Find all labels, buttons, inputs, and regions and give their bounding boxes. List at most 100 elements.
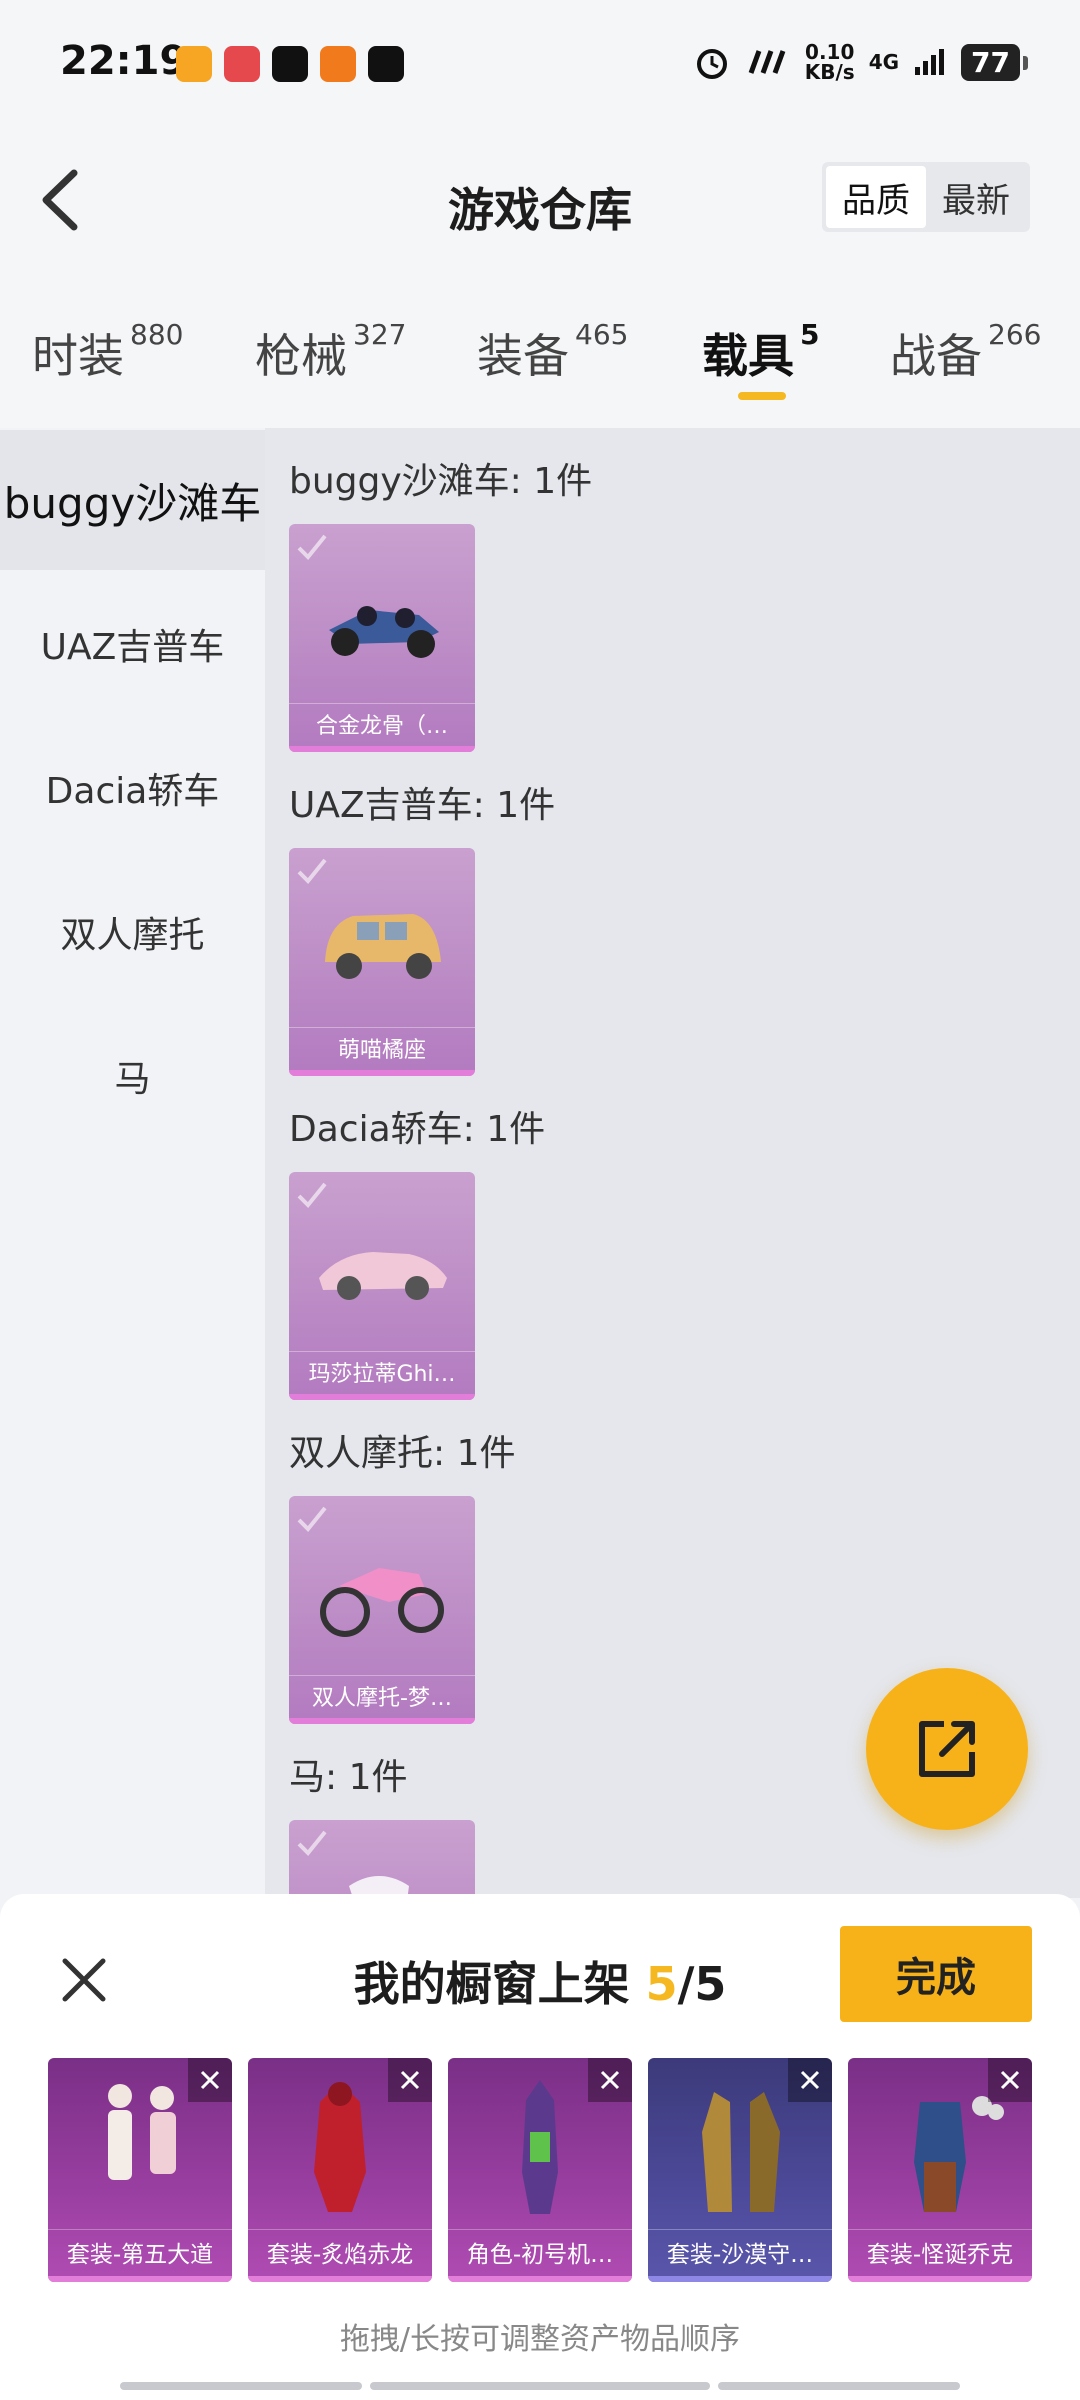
showcase-total: 5 <box>694 1957 727 2011</box>
sidebar-item-dacia[interactable]: Dacia轿车 <box>0 718 265 858</box>
tab-count: 327 <box>353 318 407 351</box>
store-app-icon <box>320 46 356 82</box>
remove-button[interactable] <box>788 2058 832 2102</box>
jeep-image <box>325 914 441 979</box>
remove-icon <box>600 2070 620 2090</box>
rarity-bar <box>848 2276 1032 2282</box>
news-app-icon <box>368 46 404 82</box>
check-icon <box>297 858 327 884</box>
sidebar-item-uaz[interactable]: UAZ吉普车 <box>0 574 265 714</box>
scroll-segment <box>370 2382 710 2390</box>
remove-button[interactable] <box>988 2058 1032 2102</box>
remove-button[interactable] <box>188 2058 232 2102</box>
shelf-item-name: 套装-炙焰赤龙 <box>248 2229 432 2274</box>
vehicle-card[interactable]: 合金龙骨（… <box>289 524 475 752</box>
buggy-image <box>329 606 439 658</box>
rarity-bar <box>289 1070 475 1076</box>
group-title: Dacia轿车: 1件 <box>289 1109 546 1150</box>
group-title: 马: 1件 <box>289 1757 408 1798</box>
shelf-item-name: 角色-初号机… <box>448 2229 632 2274</box>
shelf-item[interactable]: 套装-第五大道 <box>48 2058 232 2282</box>
status-time: 22:19 <box>60 38 188 84</box>
tab-label: 枪械 <box>255 329 347 383</box>
shelf-item[interactable]: 套装-怪诞乔克 <box>848 2058 1032 2282</box>
subcategory-sidebar: buggy沙滩车 UAZ吉普车 Dacia轿车 双人摩托 马 <box>0 428 265 1898</box>
rarity-bar <box>289 1718 475 1724</box>
category-tabs: 时装 880 枪械 327 装备 465 载具 5 战备 266 <box>0 280 1080 428</box>
check-icon <box>297 1506 327 1532</box>
tab-count: 880 <box>130 318 184 351</box>
header: 游戏仓库 品质 最新 <box>0 110 1080 280</box>
vehicle-card[interactable]: 萌喵橘座 <box>289 848 475 1076</box>
sidebar-item-buggy[interactable]: buggy沙滩车 <box>0 430 265 570</box>
rarity-bar <box>289 1394 475 1400</box>
check-icon <box>297 534 327 560</box>
check-icon <box>297 1830 327 1856</box>
vehicle-card[interactable]: 玛莎拉蒂Ghi… <box>289 1172 475 1400</box>
tab-label: 战备 <box>890 329 982 383</box>
shelf-item-name: 套装-怪诞乔克 <box>848 2229 1032 2274</box>
remove-icon <box>1000 2070 1020 2090</box>
video-app-icon <box>176 46 212 82</box>
rarity-bar <box>289 746 475 752</box>
group-title: buggy沙滩车: 1件 <box>289 461 593 502</box>
showcase-count-sep: / <box>677 1957 695 2011</box>
tab-count: 5 <box>800 318 820 351</box>
network-type: 4G <box>868 50 900 74</box>
group-title: UAZ吉普车: 1件 <box>289 785 556 826</box>
motorcycle-image <box>320 1568 444 1637</box>
showcase-sheet: 我的橱窗上架 5/5 完成 套装-第五大道 套装-炙焰赤龙 角色-初号机… 套装… <box>0 1894 1080 2400</box>
status-bar: 22:19 0.10 KB/s 4G 77 <box>0 0 1080 110</box>
net-speed-unit: KB/s <box>804 60 855 84</box>
net-speed-value: 0.10 <box>805 40 855 64</box>
shelf-item-name: 套装-第五大道 <box>48 2229 232 2274</box>
vehicle-name: 玛莎拉蒂Ghi… <box>289 1351 475 1392</box>
remove-icon <box>200 2070 220 2090</box>
tab-guns[interactable]: 枪械 327 <box>255 318 407 386</box>
rarity-bar <box>48 2276 232 2282</box>
sidebar-item-motorcycle[interactable]: 双人摩托 <box>0 862 265 1002</box>
sort-quality-option[interactable]: 品质 <box>826 166 926 228</box>
remove-button[interactable] <box>588 2058 632 2102</box>
rarity-bar <box>648 2276 832 2282</box>
sidebar-item-horse[interactable]: 马 <box>0 1006 265 1146</box>
signal-icon <box>915 49 945 75</box>
shelf-item[interactable]: 套装-炙焰赤龙 <box>248 2058 432 2282</box>
share-icon <box>919 1721 975 1777</box>
tab-vehicles[interactable]: 载具 5 <box>702 318 820 386</box>
shelf-item-name: 套装-沙漠守… <box>648 2229 832 2274</box>
showcase-title-text: 我的橱窗上架 <box>353 1957 630 2011</box>
tab-gear[interactable]: 战备 266 <box>890 318 1042 386</box>
vehicle-name: 双人摩托-梦… <box>289 1675 475 1716</box>
remove-icon <box>800 2070 820 2090</box>
tab-equipment[interactable]: 装备 465 <box>477 318 629 386</box>
vehicle-card[interactable] <box>289 1820 475 1898</box>
group-title: 双人摩托: 1件 <box>289 1433 516 1474</box>
tab-fashion[interactable]: 时装 880 <box>32 318 184 386</box>
scroll-indicator <box>120 2382 960 2390</box>
vehicle-name: 萌喵橘座 <box>289 1027 475 1068</box>
sort-toggle: 品质 最新 <box>822 162 1030 232</box>
share-button[interactable] <box>866 1668 1028 1830</box>
horse-image <box>349 1876 409 1898</box>
rarity-bar <box>248 2276 432 2282</box>
status-right: 0.10 KB/s 4G 77 <box>693 40 1028 84</box>
tab-label: 时装 <box>32 329 124 383</box>
showcase-count: 5 <box>645 1957 678 2011</box>
scroll-segment <box>120 2382 362 2390</box>
tab-count: 465 <box>575 318 629 351</box>
shelf-item[interactable]: 套装-沙漠守… <box>648 2058 832 2282</box>
battery-indicator: 77 <box>961 43 1028 81</box>
tab-count: 266 <box>988 318 1042 351</box>
remove-button[interactable] <box>388 2058 432 2102</box>
tiktok-app-icon <box>272 46 308 82</box>
remove-icon <box>400 2070 420 2090</box>
shelf-item[interactable]: 角色-初号机… <box>448 2058 632 2282</box>
notification-icons <box>176 46 404 82</box>
active-tab-indicator <box>738 392 786 400</box>
done-button[interactable]: 完成 <box>840 1926 1032 2022</box>
sort-newest-option[interactable]: 最新 <box>926 166 1026 228</box>
network-mode-icon <box>748 50 786 74</box>
reorder-hint: 拖拽/长按可调整资产物品顺序 <box>339 2322 741 2357</box>
vehicle-card[interactable]: 双人摩托-梦… <box>289 1496 475 1724</box>
